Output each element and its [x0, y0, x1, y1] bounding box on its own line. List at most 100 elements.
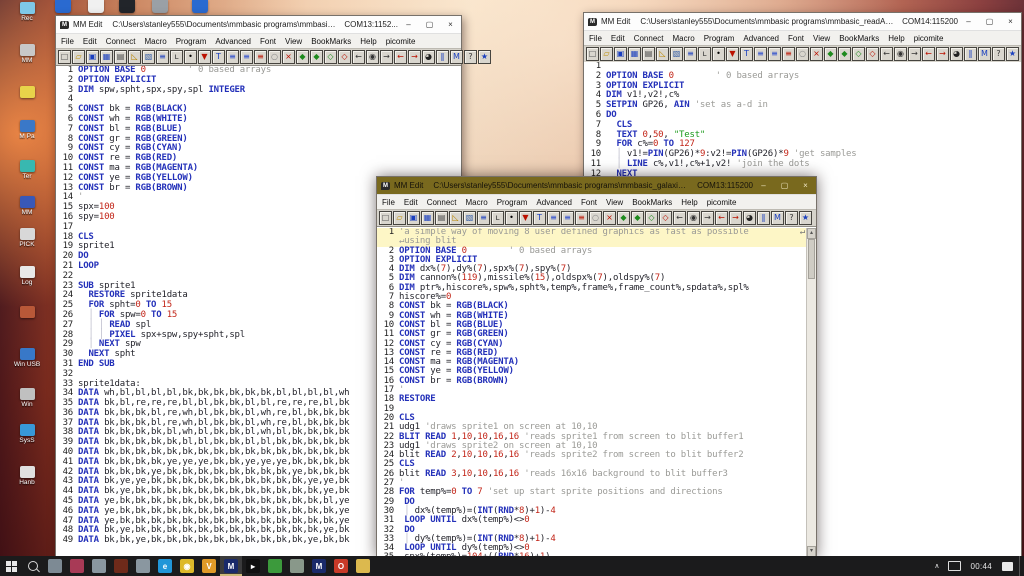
- edit-pencil-icon[interactable]: ◺: [656, 47, 669, 61]
- bullet-icon[interactable]: •: [505, 211, 518, 225]
- save-file-icon[interactable]: ▣: [614, 47, 627, 61]
- desktop-icon[interactable]: Log: [4, 266, 50, 286]
- menu-bookmarks[interactable]: BookMarks: [311, 37, 351, 46]
- sync-green2-icon[interactable]: ◆: [838, 47, 851, 61]
- sync-green-icon[interactable]: ◆: [617, 211, 630, 225]
- align-center-icon[interactable]: ≡: [547, 211, 560, 225]
- desktop-icon[interactable]: Rec: [4, 2, 50, 22]
- menu-picomite[interactable]: picomite: [707, 198, 737, 207]
- minimize-button[interactable]: –: [753, 177, 774, 194]
- dark-sphere-icon[interactable]: ◕: [422, 50, 435, 64]
- text-size-icon[interactable]: T: [740, 47, 753, 61]
- menu-program[interactable]: Program: [176, 37, 207, 46]
- help-icon[interactable]: ?: [992, 47, 1005, 61]
- desktop-icon[interactable]: SysS: [4, 424, 50, 444]
- menu-help[interactable]: Help: [888, 34, 904, 43]
- desktop-icon[interactable]: PICK: [4, 228, 50, 248]
- open-file-icon[interactable]: ▱: [393, 211, 406, 225]
- menu-macro[interactable]: Macro: [144, 37, 166, 46]
- new-file-icon[interactable]: □: [379, 211, 392, 225]
- menu-edit[interactable]: Edit: [404, 198, 418, 207]
- record-circle-icon[interactable]: ◉: [894, 47, 907, 61]
- code-line[interactable]: 5SETPIN GP26, AIN 'set as a-d in: [584, 101, 1021, 111]
- run-man-icon[interactable]: ★: [478, 50, 491, 64]
- delete-x-icon[interactable]: ×: [282, 50, 295, 64]
- code-line[interactable]: 19: [377, 405, 807, 414]
- menu-edit[interactable]: Edit: [83, 37, 97, 46]
- line-feed-icon[interactable]: ʟ: [170, 50, 183, 64]
- taskbar-app-edge[interactable]: e: [154, 556, 176, 576]
- open-file-icon[interactable]: ▱: [600, 47, 613, 61]
- edit-pencil-icon[interactable]: ◺: [449, 211, 462, 225]
- delete-x-icon[interactable]: ×: [603, 211, 616, 225]
- fill-red-icon[interactable]: ▼: [726, 47, 739, 61]
- bullet-icon[interactable]: •: [712, 47, 725, 61]
- menu-font[interactable]: Font: [581, 198, 597, 207]
- arrow-left-icon[interactable]: ←: [673, 211, 686, 225]
- mmedit-m-icon[interactable]: M: [450, 50, 463, 64]
- close-button[interactable]: ×: [440, 16, 461, 33]
- bubble-green-icon[interactable]: ◇: [324, 50, 337, 64]
- record-circle-icon[interactable]: ◉: [687, 211, 700, 225]
- menu-macro[interactable]: Macro: [672, 34, 694, 43]
- menu-file[interactable]: File: [61, 37, 74, 46]
- help-icon[interactable]: ?: [785, 211, 798, 225]
- comment-bubble-icon[interactable]: ○: [268, 50, 281, 64]
- desktop-shortcut-dark[interactable]: [119, 0, 135, 13]
- code-editor[interactable]: 1'a simple way of moving 8 user defined …: [377, 228, 807, 557]
- menu-file[interactable]: File: [589, 34, 602, 43]
- menu-view[interactable]: View: [813, 34, 830, 43]
- menu-picomite[interactable]: picomite: [914, 34, 944, 43]
- help-icon[interactable]: ?: [464, 50, 477, 64]
- fill-red-icon[interactable]: ▼: [519, 211, 532, 225]
- maximize-button[interactable]: ▢: [979, 13, 1000, 30]
- copy-icon[interactable]: ▧: [670, 47, 683, 61]
- code-line[interactable]: 28FOR temp%=0 TO 7 'set up start sprite …: [377, 488, 807, 497]
- vertical-scrollbar[interactable]: ▴ ▾: [806, 228, 816, 557]
- new-file-icon[interactable]: □: [586, 47, 599, 61]
- bubble-red-icon[interactable]: ◇: [338, 50, 351, 64]
- maximize-button[interactable]: ▢: [419, 16, 440, 33]
- arrow-left-red-icon[interactable]: ←: [394, 50, 407, 64]
- titlebar[interactable]: M MM Edit C:\Users\stanley555\Documents\…: [56, 16, 461, 33]
- code-line[interactable]: 18RESTORE: [377, 395, 807, 404]
- print-icon[interactable]: ▤: [642, 47, 655, 61]
- columns-icon[interactable]: ‖: [964, 47, 977, 61]
- bubble-red-icon[interactable]: ◇: [659, 211, 672, 225]
- minimize-button[interactable]: –: [958, 13, 979, 30]
- line-numbers-icon[interactable]: ≡: [684, 47, 697, 61]
- menu-help[interactable]: Help: [681, 198, 697, 207]
- desktop-shortcut-sphere[interactable]: [55, 0, 71, 13]
- dark-sphere-icon[interactable]: ◕: [950, 47, 963, 61]
- taskbar-app-mmedit2[interactable]: M: [308, 556, 330, 576]
- line-feed-icon[interactable]: ʟ: [491, 211, 504, 225]
- align-right-icon[interactable]: ≡: [768, 47, 781, 61]
- sync-green-icon[interactable]: ◆: [296, 50, 309, 64]
- menu-connect[interactable]: Connect: [106, 37, 136, 46]
- desktop-icon[interactable]: [4, 306, 50, 319]
- bubble-red-icon[interactable]: ◇: [866, 47, 879, 61]
- comment-bubble-icon[interactable]: ○: [589, 211, 602, 225]
- taskbar-app-monitor1[interactable]: [44, 556, 66, 576]
- code-line[interactable]: 26blit READ 3,10,10,16,16 'reads 16x16 b…: [377, 470, 807, 479]
- menu-advanced[interactable]: Advanced: [743, 34, 779, 43]
- scroll-up-icon[interactable]: ▴: [807, 228, 816, 239]
- taskbar-clock[interactable]: 00:44: [970, 562, 992, 571]
- save-as-icon[interactable]: ▦: [628, 47, 641, 61]
- save-as-icon[interactable]: ▦: [100, 50, 113, 64]
- maximize-button[interactable]: ▢: [774, 177, 795, 194]
- copy-icon[interactable]: ▧: [463, 211, 476, 225]
- tray-chevron-icon[interactable]: ∧: [934, 562, 939, 570]
- menu-advanced[interactable]: Advanced: [215, 37, 251, 46]
- line-feed-icon[interactable]: ʟ: [698, 47, 711, 61]
- print-icon[interactable]: ▤: [114, 50, 127, 64]
- taskbar-app-sage[interactable]: [286, 556, 308, 576]
- mmedit-m-icon[interactable]: M: [978, 47, 991, 61]
- sync-green-icon[interactable]: ◆: [824, 47, 837, 61]
- menu-view[interactable]: View: [606, 198, 623, 207]
- code-line[interactable]: 6DO: [584, 111, 1021, 121]
- taskbar-app-chrome[interactable]: ◉: [176, 556, 198, 576]
- menu-view[interactable]: View: [285, 37, 302, 46]
- arrow-right-red-icon[interactable]: →: [729, 211, 742, 225]
- open-file-icon[interactable]: ▱: [72, 50, 85, 64]
